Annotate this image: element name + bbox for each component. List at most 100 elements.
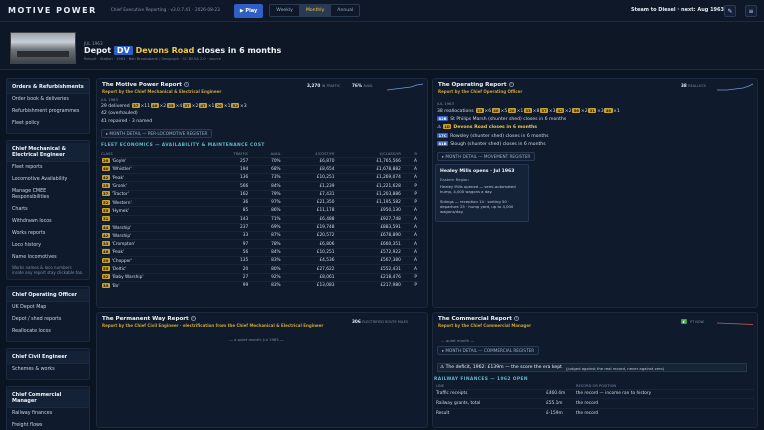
class-chip[interactable]: 37 (182, 103, 192, 108)
table-row[interactable]: 52 'Baby Warship' 27 92% £8,061 £218,476 P (99, 272, 419, 282)
class-chip[interactable]: 44 (101, 224, 110, 230)
table-row[interactable]: 33 'Crompton' 97 78% £6,806 £660,351 A (99, 239, 419, 249)
class-chip[interactable]: 40 (101, 166, 110, 172)
table-row[interactable]: 55 'Hymek' 85 86% £11,178 £950,130 A (99, 206, 419, 216)
table-row[interactable]: 25 'Gronk' 566 84% £1,239 £1,221,628 P (99, 181, 419, 191)
per-loco-register-button[interactable]: ▸ MONTH DETAIL — PER-LOCOMOTIVE REGISTER (101, 129, 213, 138)
class-chip[interactable]: 56 (572, 108, 581, 113)
class-chip[interactable]: 20 (507, 108, 517, 113)
class-chip[interactable]: 25 (101, 183, 110, 189)
sidebar-item-withdrawn[interactable]: Withdrawn locos (7, 216, 89, 228)
table-row[interactable]: 44 'Warship' 237 69% £19,748 £883,591 A (99, 222, 419, 232)
kpi-label: AVAIL (363, 84, 373, 88)
sidebar-item-order-book[interactable]: Order book & deliveries (7, 94, 89, 106)
class-cell: 42 'Peak' (99, 173, 207, 182)
wrench-icon[interactable]: ✎ (724, 5, 736, 17)
class-cell: 42 'Warship' (99, 231, 207, 240)
chip-count: ×3 (548, 109, 556, 114)
shed-code-badge[interactable]: 82B (437, 116, 449, 121)
class-chip[interactable]: 20 (101, 257, 110, 263)
sidebar-item-reallocate[interactable]: Reallocate locos (7, 326, 89, 338)
table-row[interactable]: 35 'Bo' 99 83% £13,083 £217,980 P (99, 280, 419, 290)
sidebar-heading: Chief Civil Engineer (7, 351, 89, 364)
class-chip[interactable]: 37 (539, 108, 549, 113)
info-icon[interactable]: i (508, 82, 514, 87)
sidebar-item-charts[interactable]: Charts (7, 204, 89, 216)
table-row[interactable]: 55 'Deltic' 20 80% £27,622 £552,431 A (99, 264, 419, 274)
class-chip[interactable]: 55 (101, 266, 110, 271)
kpi-value: 76% (352, 83, 363, 88)
depot-code-badge[interactable]: DV (113, 46, 133, 55)
class-name: 'Gronk' (110, 184, 127, 190)
delivered-text: 29 delivered (101, 104, 130, 109)
class-chip[interactable]: 42 (101, 174, 110, 180)
play-button[interactable]: ▶ Play (233, 3, 264, 18)
class-chip[interactable]: 31 (101, 216, 110, 222)
shed-code-badge[interactable]: 17C (437, 132, 449, 138)
table-row[interactable]: 20 'Chopper' 135 83% £4,536 £567,380 A (99, 256, 419, 265)
table-row[interactable]: 52 'Western' 36 97% £21,350 £1,195,582 P (99, 197, 419, 207)
class-chip[interactable]: 52 (101, 274, 110, 280)
table-row[interactable]: 42 'Peak' 136 73% £10,251 £1,269,074 A (99, 173, 419, 182)
class-chip[interactable]: 47 (198, 103, 208, 108)
commercial-register-button[interactable]: ▸ MONTH DETAIL — COMMERCIAL REGISTER (437, 346, 540, 355)
operating-date: JUL 1963 (437, 101, 454, 106)
table-row[interactable]: 20 'Goyle' 257 70% £6,870 £1,765,566 A (99, 156, 419, 166)
sidebar-item-fleet-reports[interactable]: Fleet reports (7, 162, 89, 174)
class-chip[interactable]: 40 (150, 103, 159, 108)
class-chip[interactable]: 31 (588, 108, 597, 113)
motive-date: JUL 1963 (101, 97, 118, 102)
segment-monthly[interactable]: Monthly (299, 5, 332, 16)
info-icon[interactable]: i (183, 82, 189, 87)
sidebar-item-depot-reports[interactable]: Depot / shed reports (7, 314, 89, 326)
class-chip[interactable]: 40 (491, 108, 500, 113)
class-chip[interactable]: 42 (101, 232, 110, 238)
class-chip[interactable]: 46 (101, 249, 110, 255)
sidebar-item-loco-history[interactable]: Loco history (7, 240, 89, 252)
sidebar-item-schemes[interactable]: Schemes & works (7, 364, 89, 376)
class-chip[interactable]: 33 (523, 108, 533, 113)
class-chip[interactable]: 37 (131, 103, 140, 108)
sidebar-item-depot-map[interactable]: UK Depot Map (7, 302, 89, 314)
sidebar-item-works-reports[interactable]: Works reports (7, 228, 89, 240)
class-chip[interactable]: 37 (101, 191, 110, 197)
sidebar-item-finances[interactable]: Railway finances (7, 408, 89, 420)
class-chip[interactable]: 46 (604, 108, 613, 113)
info-icon[interactable]: i (513, 316, 519, 321)
table-row[interactable]: 46 'Peak' 56 84% £10,251 £572,922 A (99, 247, 419, 257)
sidebar-item-fleet-policy[interactable]: Fleet policy (7, 118, 89, 130)
table-row[interactable]: 31 143 71% £6,488 £927,748 A (99, 214, 419, 224)
shed-item[interactable]: 81B Slough (shunter shed) closes in 6 mon… (437, 140, 546, 147)
class-chip[interactable]: 35 (166, 103, 176, 108)
table-row[interactable]: 37 'Tractor' 162 79% £7,431 £1,203,886 P (99, 189, 419, 199)
class-cell: 25 'Gronk' (99, 181, 207, 191)
sidebar-item-refurbishment[interactable]: Refurbishment programmes (7, 106, 89, 118)
segment-annual[interactable]: Annual (331, 5, 359, 16)
sidebar-item-loco-availability[interactable]: Locomotive Availability (7, 174, 89, 186)
depot-name[interactable]: Devons Road (136, 46, 195, 55)
movement-register-button[interactable]: ▸ MONTH DETAIL — MOVEMENT REGISTER (437, 152, 536, 161)
class-chip[interactable]: 26 (214, 103, 224, 108)
info-icon[interactable]: i (190, 316, 196, 321)
class-chip[interactable]: 35 (101, 282, 110, 288)
class-chip[interactable]: 20 (101, 158, 110, 164)
class-chip[interactable]: 52 (101, 199, 110, 205)
shed-item[interactable]: 17C Rowsley (shunter shed) closes in 6 mo… (437, 132, 549, 139)
class-chip[interactable]: 52 (231, 103, 240, 108)
sidebar-item-freight[interactable]: Freight flows (7, 420, 89, 430)
shed-item[interactable]: 82B St Philips Marsh (shunter shed) close… (437, 116, 566, 122)
sidebar-item-name-locos[interactable]: Name locomotives (7, 252, 89, 264)
segment-weekly[interactable]: Weekly (270, 5, 300, 16)
table-row[interactable]: 40 'Whistler' 194 68% £8,654 £1,678,882 A (99, 164, 419, 174)
chip-count: ×3 (596, 109, 604, 114)
shed-item[interactable]: ⚠ 1D Devons Road closes in 6 months (437, 124, 537, 130)
sidebar-item-manage-cmee[interactable]: Manage CMEE Responsibilities (7, 186, 89, 204)
class-chip[interactable]: 33 (101, 241, 110, 247)
shed-code-badge[interactable]: 81B (437, 140, 449, 146)
table-row[interactable]: 42 'Warship' 33 87% £20,572 £678,890 A (99, 231, 419, 240)
class-chip[interactable]: 35 (475, 108, 484, 113)
class-chip[interactable]: 42 (556, 108, 565, 113)
shed-code-badge[interactable]: 1D (442, 124, 452, 130)
class-chip[interactable]: 55 (101, 207, 110, 213)
menu-icon[interactable]: ≡ (745, 5, 757, 17)
